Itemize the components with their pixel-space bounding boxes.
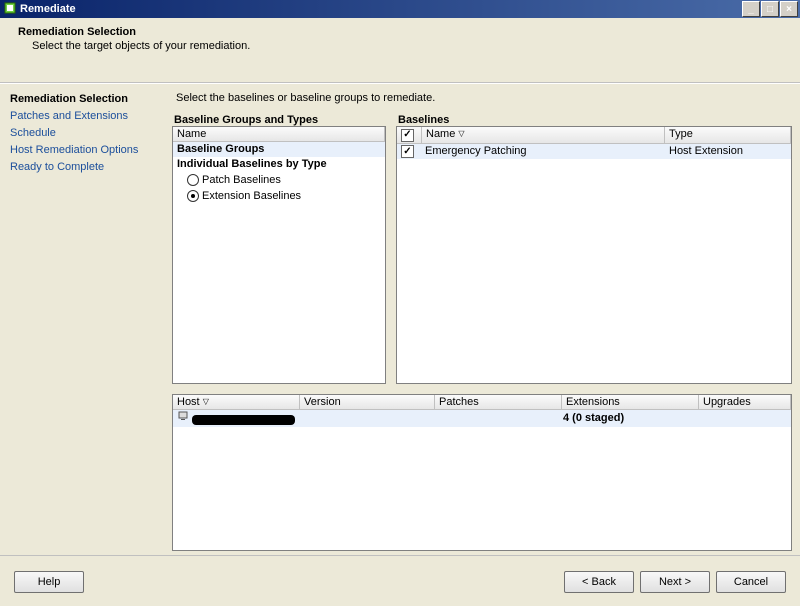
column-patches[interactable]: Patches xyxy=(435,395,562,410)
next-button[interactable]: Next > xyxy=(640,571,710,593)
column-host[interactable]: Host ▽ xyxy=(173,395,300,410)
baseline-groups-label: Baseline Groups xyxy=(173,142,268,157)
baseline-name: Emergency Patching xyxy=(421,144,665,159)
step-remediation-selection[interactable]: Remediation Selection xyxy=(10,92,160,107)
host-icon xyxy=(177,410,189,427)
help-button[interactable]: Help xyxy=(14,571,84,593)
cancel-button[interactable]: Cancel xyxy=(716,571,786,593)
baseline-type: Host Extension xyxy=(665,144,791,159)
app-icon xyxy=(4,2,16,17)
host-patches xyxy=(433,410,559,427)
host-row[interactable]: 4 (0 staged) xyxy=(173,410,791,427)
step-host-remediation-options[interactable]: Host Remediation Options xyxy=(10,143,160,158)
radio-patch-baselines[interactable]: Patch Baselines xyxy=(173,172,385,188)
wizard-main: Select the baselines or baseline groups … xyxy=(164,83,800,555)
page-title: Remediation Selection xyxy=(18,26,788,38)
radio-extension-baselines[interactable]: Extension Baselines xyxy=(173,188,385,204)
window-title: Remediate xyxy=(20,3,76,15)
host-upgrades xyxy=(695,410,791,427)
minimize-button[interactable]: _ xyxy=(742,1,760,17)
page-subtitle: Select the target objects of your remedi… xyxy=(18,40,788,52)
step-patches-extensions[interactable]: Patches and Extensions xyxy=(10,109,160,124)
instruction-text: Select the baselines or baseline groups … xyxy=(176,92,792,104)
maximize-button[interactable]: □ xyxy=(761,1,779,17)
individual-baselines-label: Individual Baselines by Type xyxy=(173,157,331,172)
column-extensions[interactable]: Extensions xyxy=(562,395,699,410)
column-upgrades[interactable]: Upgrades xyxy=(699,395,791,410)
host-extensions: 4 (0 staged) xyxy=(559,410,695,427)
baseline-row[interactable]: ✓ Emergency Patching Host Extension xyxy=(397,144,791,159)
column-version[interactable]: Version xyxy=(300,395,435,410)
baseline-groups-title: Baseline Groups and Types xyxy=(172,114,386,126)
baselines-title: Baselines xyxy=(396,114,792,126)
row-checkbox-icon[interactable]: ✓ xyxy=(401,145,414,158)
radio-icon xyxy=(187,190,199,202)
host-version xyxy=(299,410,433,427)
column-type[interactable]: Type xyxy=(665,127,791,144)
radio-label: Extension Baselines xyxy=(202,188,301,204)
column-checkbox[interactable]: ✓ xyxy=(397,127,422,144)
close-button[interactable]: × xyxy=(780,1,798,17)
wizard-header: Remediation Selection Select the target … xyxy=(0,18,800,83)
wizard-footer: Help < Back Next > Cancel xyxy=(0,555,800,606)
column-name[interactable]: Name xyxy=(173,127,385,142)
host-name-redacted xyxy=(192,415,295,425)
titlebar: Remediate _ □ × xyxy=(0,0,800,18)
baseline-groups-panel: Baseline Groups and Types Name Baseline … xyxy=(172,114,386,384)
back-button[interactable]: < Back xyxy=(564,571,634,593)
step-ready-to-complete[interactable]: Ready to Complete xyxy=(10,160,160,175)
step-schedule[interactable]: Schedule xyxy=(10,126,160,141)
wizard-steps: Remediation Selection Patches and Extens… xyxy=(0,83,164,555)
header-checkbox-icon: ✓ xyxy=(401,129,414,142)
hosts-grid: Host ▽ Version Patches Extensions Upgrad… xyxy=(172,394,792,551)
radio-label: Patch Baselines xyxy=(202,172,281,188)
column-name[interactable]: Name ▽ xyxy=(422,127,665,144)
baselines-panel: Baselines ✓ Name ▽ Type ✓ Emergency Patc… xyxy=(396,114,792,384)
radio-icon xyxy=(187,174,199,186)
